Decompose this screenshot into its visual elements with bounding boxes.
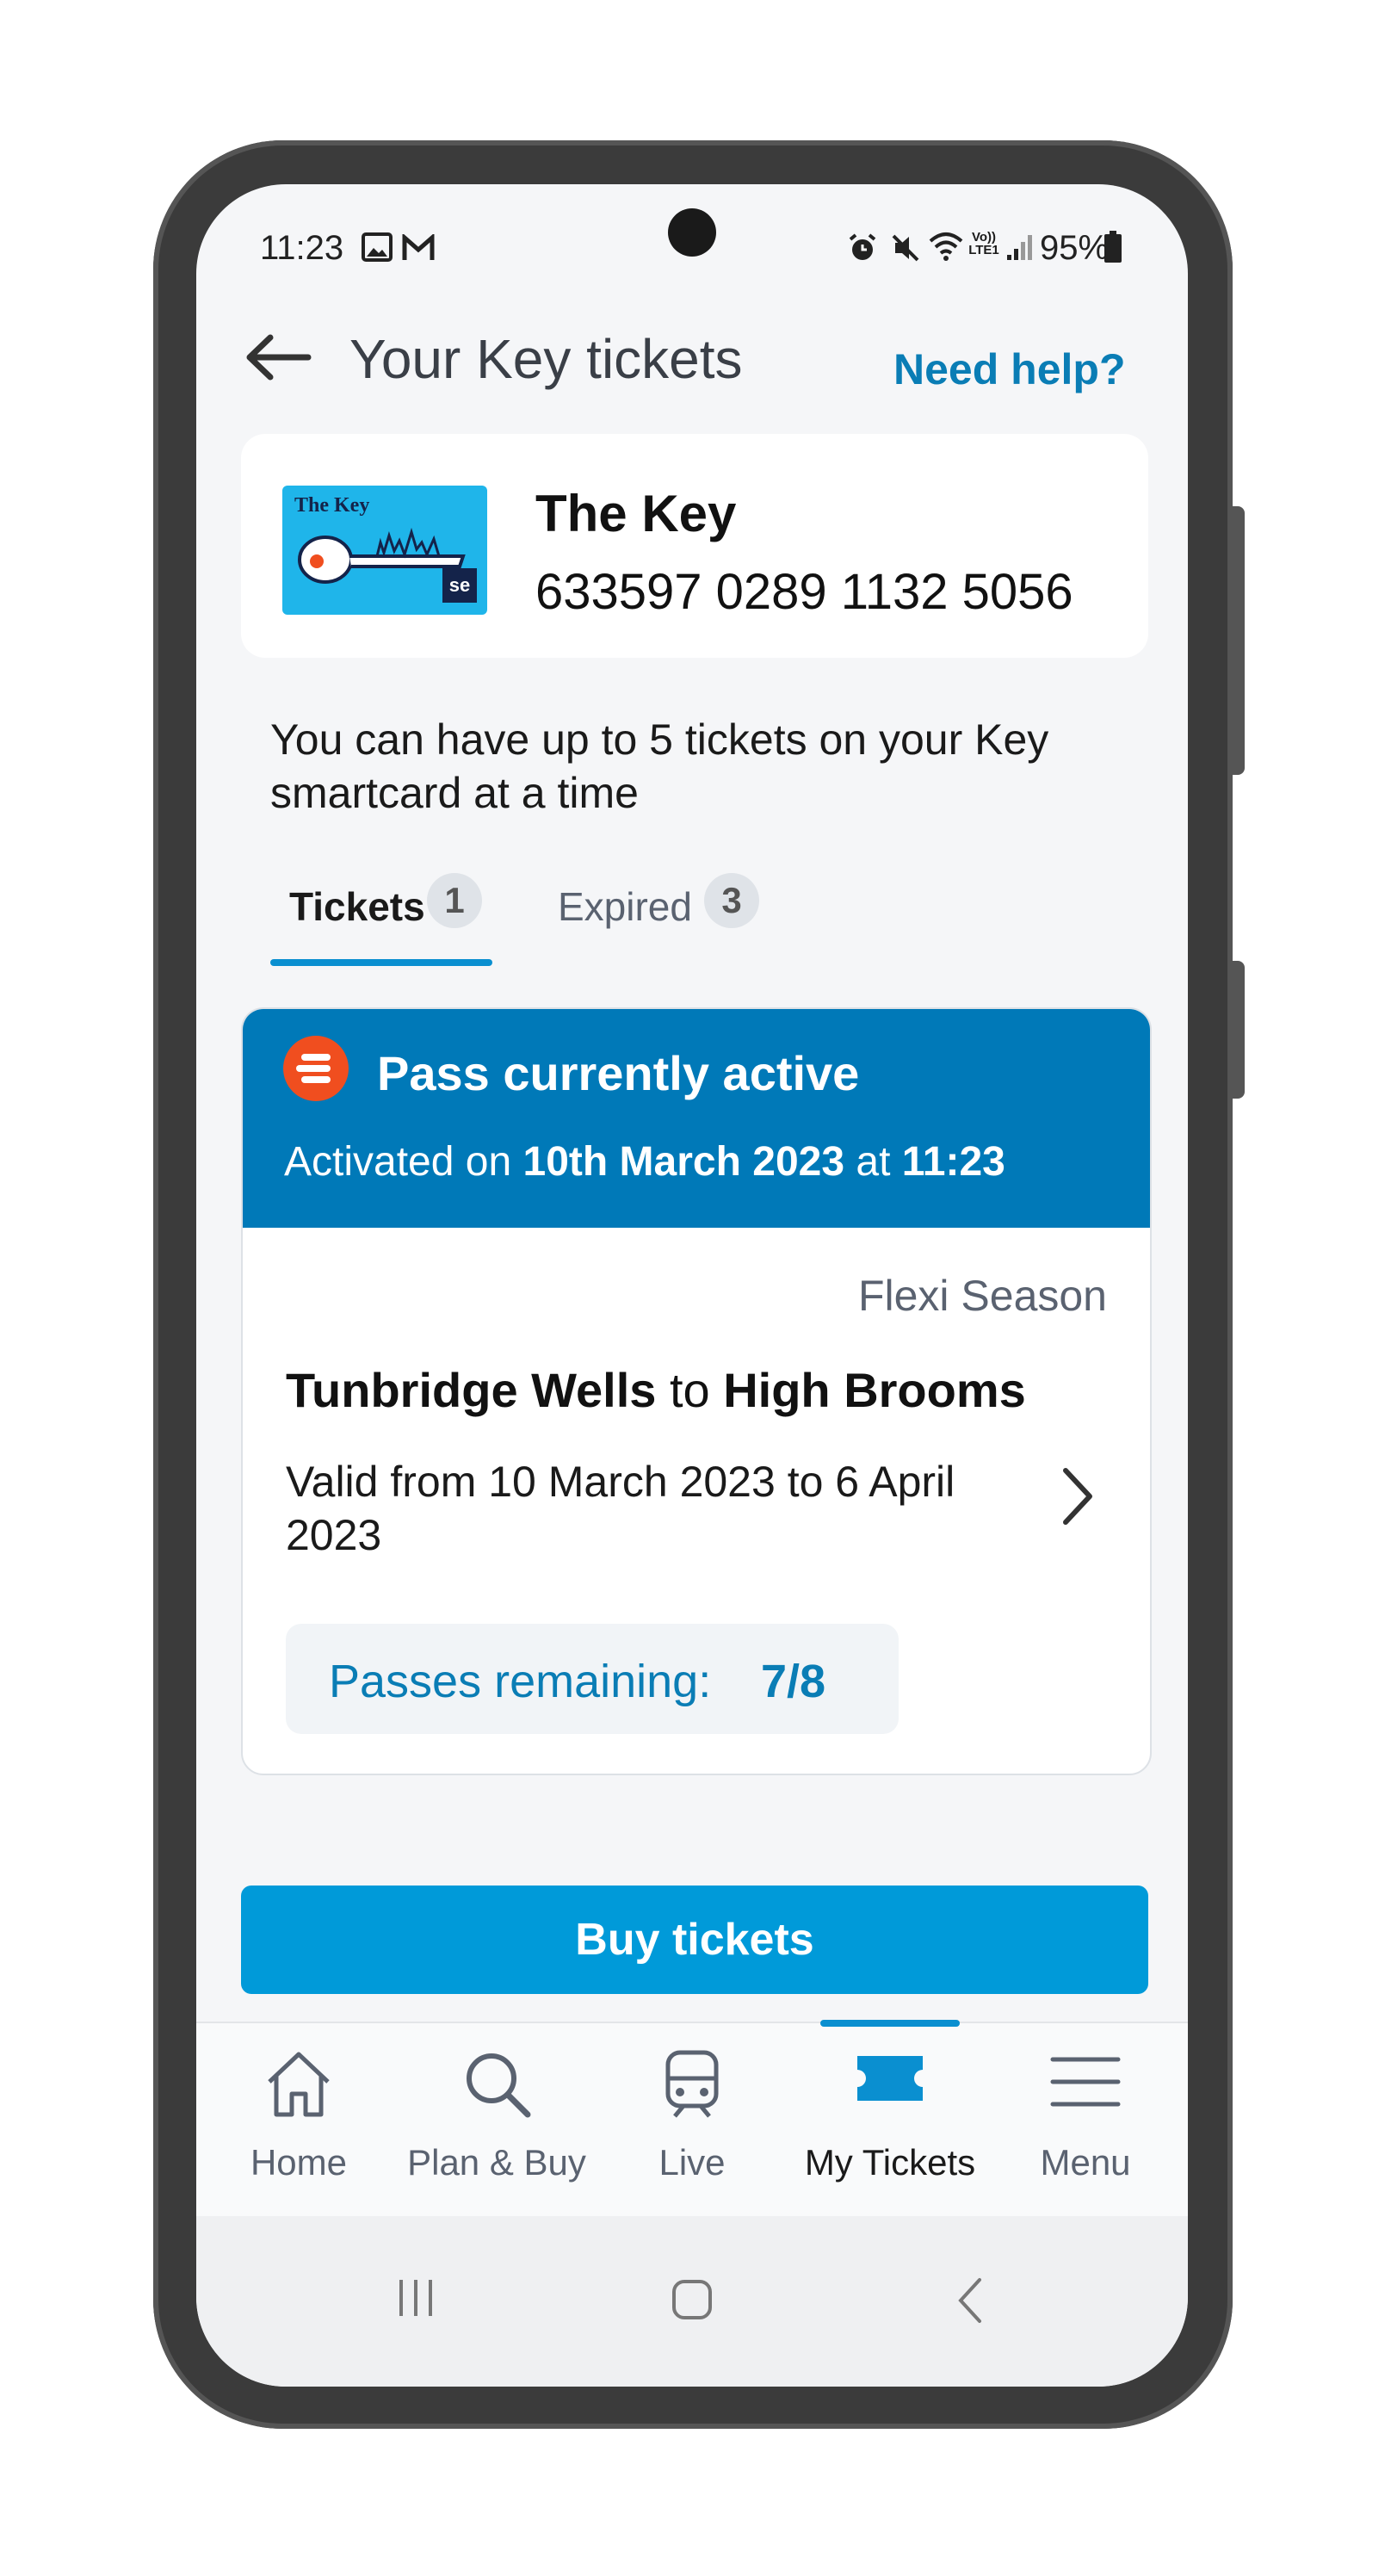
route-to: to bbox=[656, 1363, 724, 1417]
key-card-image: The Key se bbox=[282, 486, 487, 615]
app-screen: 11:23 Vo)) LTE1 95% Your Key tickets Nee… bbox=[196, 184, 1188, 2387]
nav-plan-buy-label: Plan & Buy bbox=[407, 2142, 586, 2183]
route-destination: High Brooms bbox=[723, 1363, 1026, 1417]
bottom-navigation: Home Plan & Buy Live My Tickets Menu bbox=[196, 2020, 1188, 2218]
home-icon bbox=[263, 2047, 335, 2124]
ticket-limit-info: You can have up to 5 tickets on your Key… bbox=[270, 715, 1049, 817]
status-time: 11:23 bbox=[260, 229, 344, 267]
ticket-status-title: Pass currently active bbox=[377, 1046, 860, 1100]
nav-live-label: Live bbox=[658, 2142, 726, 2183]
power-button bbox=[1233, 961, 1245, 1099]
home-system-icon[interactable] bbox=[671, 2278, 714, 2325]
tab-expired-count: 3 bbox=[704, 873, 759, 928]
front-camera bbox=[668, 208, 716, 257]
key-card-panel: The Key se The Key 633597 0289 1132 5056 bbox=[241, 434, 1148, 658]
nav-home-label: Home bbox=[250, 2142, 348, 2183]
alarm-icon bbox=[847, 232, 878, 268]
chevron-right-icon[interactable] bbox=[1059, 1465, 1097, 1532]
tab-tickets-label: Tickets bbox=[289, 884, 425, 929]
ticket-status-header: Pass currently active Activated on 10th … bbox=[243, 1009, 1150, 1228]
tab-tickets[interactable]: Tickets 1 bbox=[270, 873, 492, 968]
nav-menu[interactable]: Menu bbox=[986, 2023, 1184, 2218]
ticket-activated-line: Activated on 10th March 2023 at 11:23 bbox=[284, 1138, 1005, 1186]
active-ticket-card[interactable]: Pass currently active Activated on 10th … bbox=[241, 1007, 1152, 1775]
tab-expired-label: Expired bbox=[558, 884, 692, 929]
signal-icon bbox=[1005, 232, 1036, 266]
passes-remaining-value: 7/8 bbox=[761, 1656, 826, 1707]
se-logo-badge: se bbox=[442, 568, 477, 603]
mute-icon bbox=[890, 232, 921, 268]
nav-my-tickets-label: My Tickets bbox=[804, 2142, 976, 2183]
battery-percent: 95% bbox=[1040, 229, 1110, 267]
ticket-route: Tunbridge Wells to High Brooms bbox=[286, 1362, 1026, 1418]
need-help-link[interactable]: Need help? bbox=[893, 344, 1125, 394]
recent-apps-icon[interactable] bbox=[394, 2276, 437, 2324]
battery-icon bbox=[1104, 231, 1122, 268]
active-pass-icon bbox=[282, 1035, 349, 1106]
image-icon bbox=[362, 232, 393, 266]
nav-plan-buy[interactable]: Plan & Buy bbox=[398, 2023, 596, 2218]
passes-remaining-box: Passes remaining: 7/8 bbox=[286, 1624, 899, 1734]
activated-time: 11:23 bbox=[901, 1139, 1005, 1185]
search-icon bbox=[461, 2047, 533, 2124]
key-card-image-title: The Key bbox=[294, 494, 370, 517]
arrow-left-icon[interactable] bbox=[244, 334, 313, 385]
key-card-number: 633597 0289 1132 5056 bbox=[535, 564, 1073, 620]
tab-tickets-count: 1 bbox=[427, 873, 482, 928]
nav-home[interactable]: Home bbox=[200, 2023, 398, 2218]
page-title: Your Key tickets bbox=[349, 328, 743, 390]
gmail-icon bbox=[401, 232, 436, 266]
tab-active-indicator bbox=[270, 959, 492, 966]
activated-at: at bbox=[844, 1139, 902, 1185]
nav-active-indicator bbox=[820, 2020, 960, 2027]
ticket-validity: Valid from 10 March 2023 to 6 April 2023 bbox=[286, 1458, 955, 1559]
wifi-icon bbox=[928, 231, 964, 268]
activated-date: 10th March 2023 bbox=[522, 1139, 845, 1185]
ticket-type: Flexi Season bbox=[857, 1272, 1107, 1320]
nav-live[interactable]: Live bbox=[593, 2023, 791, 2218]
tab-expired[interactable]: Expired 3 bbox=[558, 873, 764, 968]
ticket-icon bbox=[854, 2053, 926, 2108]
train-icon bbox=[656, 2047, 728, 2124]
volume-button bbox=[1233, 506, 1245, 775]
route-origin: Tunbridge Wells bbox=[286, 1363, 657, 1417]
back-system-icon[interactable] bbox=[954, 2276, 988, 2329]
menu-icon bbox=[1049, 2054, 1122, 2114]
buy-tickets-button[interactable]: Buy tickets bbox=[241, 1886, 1148, 1994]
passes-remaining-label: Passes remaining: bbox=[329, 1656, 712, 1707]
activated-prefix: Activated on bbox=[284, 1139, 523, 1185]
nav-my-tickets[interactable]: My Tickets bbox=[791, 2020, 989, 2218]
system-navigation-bar bbox=[196, 2216, 1188, 2387]
key-card-name: The Key bbox=[535, 485, 737, 542]
volte-icon: Vo)) LTE1 bbox=[968, 230, 999, 257]
nav-menu-label: Menu bbox=[1040, 2142, 1131, 2183]
